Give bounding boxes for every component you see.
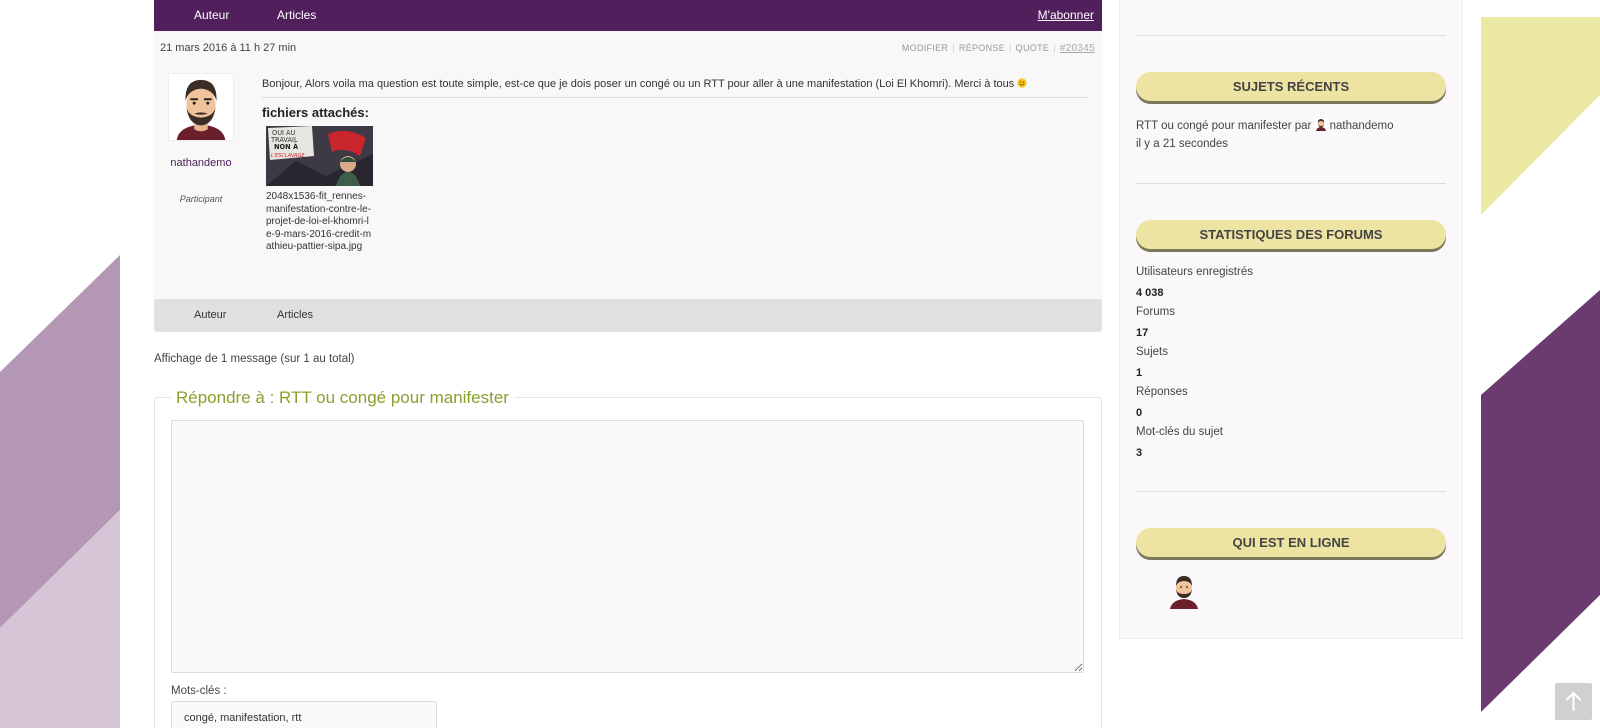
author-name-link[interactable]: nathandemo bbox=[168, 157, 234, 169]
post-admin-links: MODIFIER | RÉPONSE | QUOTE | #20345 bbox=[901, 43, 1095, 54]
stat-value-users: 4 038 bbox=[1136, 287, 1164, 299]
sidebar: SUJETS RÉCENTS RTT ou congé pour manifes… bbox=[1119, 0, 1463, 639]
attachment-thumbnail[interactable]: OUI AU TRAVAIL NON À L'ESCLAVAGE bbox=[266, 126, 373, 186]
post-author: nathandemo Participant bbox=[168, 73, 234, 204]
permalink[interactable]: #20345 bbox=[1060, 43, 1095, 54]
topic-header-bar: Auteur Articles M'abonner bbox=[154, 0, 1102, 31]
author-column-header: Auteur bbox=[194, 8, 230, 22]
stat-value-topics: 1 bbox=[1136, 367, 1143, 379]
reply-textarea[interactable] bbox=[171, 420, 1084, 673]
author-role: Participant bbox=[179, 194, 223, 204]
scroll-to-top-button[interactable] bbox=[1555, 683, 1592, 720]
attachment-filename-link[interactable]: 2048x1536-fit_rennes-manifestation-contr… bbox=[266, 191, 374, 254]
post-date: 21 mars 2016 à 11 h 27 min bbox=[160, 42, 297, 54]
stat-label-forums: Forums bbox=[1136, 306, 1175, 318]
post-content: Bonjour, Alors voila ma question est tou… bbox=[262, 77, 1088, 254]
stat-label-users: Utilisateurs enregistrés bbox=[1136, 266, 1253, 278]
who-is-online-title: QUI EST EN LIGNE bbox=[1136, 528, 1446, 557]
divider bbox=[262, 97, 1088, 98]
divider bbox=[1136, 35, 1446, 36]
pagination-count: Affichage de 1 message (sur 1 au total) bbox=[154, 353, 355, 365]
tags-label: Mots-clés : bbox=[171, 685, 227, 697]
smiley-icon bbox=[1017, 78, 1027, 88]
sign-line-3: NON À bbox=[274, 142, 299, 151]
reply-link[interactable]: RÉPONSE bbox=[959, 43, 1005, 53]
stat-value-tags: 3 bbox=[1136, 447, 1143, 459]
stat-label-replies: Réponses bbox=[1136, 386, 1188, 398]
forum-stats-title: STATISTIQUES DES FORUMS bbox=[1136, 220, 1446, 249]
topic-footer-bar: Auteur Articles bbox=[154, 299, 1102, 332]
recent-topic-by: par bbox=[1294, 120, 1312, 132]
recent-topic-link[interactable]: RTT ou congé pour manifester bbox=[1136, 120, 1292, 132]
post-header: 21 mars 2016 à 11 h 27 min MODIFIER | RÉPO… bbox=[154, 31, 1102, 63]
subscribe-link[interactable]: M'abonner bbox=[1038, 8, 1094, 22]
reply-form: Répondre à : RTT ou congé pour manifeste… bbox=[154, 388, 1102, 728]
author-column-footer: Auteur bbox=[194, 309, 227, 321]
user-avatar-icon bbox=[1314, 118, 1327, 131]
stat-value-replies: 0 bbox=[1136, 407, 1143, 419]
avatar[interactable] bbox=[168, 73, 234, 141]
online-user-avatar[interactable] bbox=[1167, 573, 1201, 609]
post-text: Bonjour, Alors voila ma question est tou… bbox=[262, 78, 1015, 90]
quote-link[interactable]: QUOTE bbox=[1016, 43, 1050, 53]
divider bbox=[1136, 183, 1446, 184]
divider bbox=[1136, 491, 1446, 492]
reply-form-legend: Répondre à : RTT ou congé pour manifeste… bbox=[171, 388, 514, 408]
posts-column-header: Articles bbox=[277, 8, 317, 22]
recent-topics-title: SUJETS RÉCENTS bbox=[1136, 72, 1446, 101]
post-body: Bonjour, Alors voila ma question est tou… bbox=[262, 77, 1088, 91]
sign-line-4: L'ESCLAVAGE bbox=[271, 153, 305, 159]
forum-post: 21 mars 2016 à 11 h 27 min MODIFIER | RÉPO… bbox=[154, 31, 1102, 299]
attachments-title: fichiers attachés: bbox=[262, 105, 369, 120]
stat-label-topics: Sujets bbox=[1136, 346, 1168, 358]
recent-topic-time: il y a 21 secondes bbox=[1136, 138, 1229, 150]
page-container: Auteur Articles M'abonner 21 mars 2016 à… bbox=[120, 0, 1481, 728]
stat-value-forums: 17 bbox=[1136, 327, 1149, 339]
tags-input[interactable] bbox=[171, 701, 437, 728]
recent-topic-item: RTT ou congé pour manifester par nathand… bbox=[1136, 118, 1394, 132]
arrow-up-icon bbox=[1566, 691, 1581, 711]
stat-label-tags: Mot-clés du sujet bbox=[1136, 426, 1223, 438]
recent-topic-author-link[interactable]: nathandemo bbox=[1330, 120, 1394, 132]
posts-column-footer: Articles bbox=[277, 309, 314, 321]
edit-link[interactable]: MODIFIER bbox=[902, 43, 948, 53]
